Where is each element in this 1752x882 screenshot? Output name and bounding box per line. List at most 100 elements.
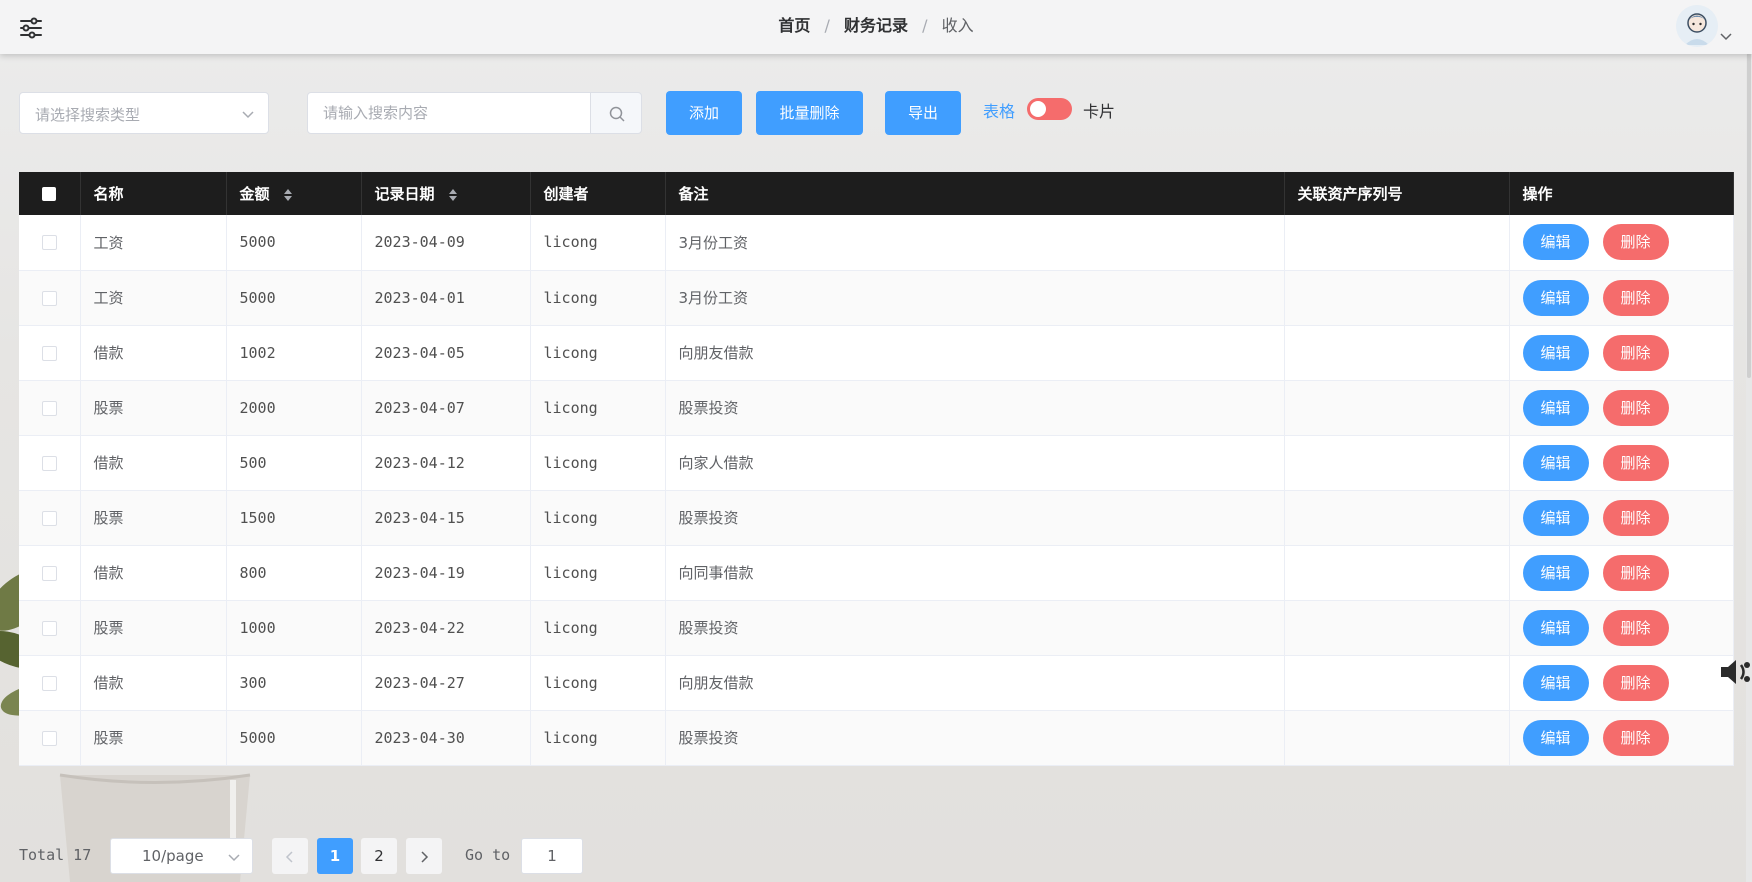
delete-button[interactable]: 删除 xyxy=(1602,609,1669,646)
cell-asset-serial xyxy=(1284,435,1510,491)
table-row: 借款 500 2023-04-12 licong 向家人借款 编辑 删除 xyxy=(19,435,1734,491)
row-select-cell xyxy=(19,490,81,546)
edit-button[interactable]: 编辑 xyxy=(1522,334,1589,371)
delete-button[interactable]: 删除 xyxy=(1602,334,1669,371)
batch-delete-button[interactable]: 批量删除 xyxy=(756,91,863,135)
edit-button[interactable]: 编辑 xyxy=(1522,389,1589,426)
cell-creator: licong xyxy=(530,600,666,656)
row-select-cell xyxy=(19,270,81,326)
table-row: 股票 2000 2023-04-07 licong 股票投资 编辑 删除 xyxy=(19,380,1734,436)
row-checkbox[interactable] xyxy=(41,620,57,636)
sort-icon[interactable] xyxy=(283,187,293,203)
page-button-2[interactable]: 2 xyxy=(361,838,397,874)
row-select-cell xyxy=(19,545,81,601)
delete-button[interactable]: 删除 xyxy=(1602,389,1669,426)
row-checkbox[interactable] xyxy=(41,345,57,361)
search-type-select[interactable]: 请选择搜索类型 xyxy=(19,92,269,134)
income-table: 名称 金额 记录日期 创建者 备注 关联资产序列号 操作 工资 5000 2023-… xyxy=(19,172,1734,766)
edit-button[interactable]: 编辑 xyxy=(1522,279,1589,316)
delete-button[interactable]: 删除 xyxy=(1602,279,1669,316)
row-checkbox[interactable] xyxy=(41,235,57,251)
prev-page-button[interactable] xyxy=(272,838,308,874)
cell-note: 3月份工资 xyxy=(665,215,1285,271)
search-button[interactable] xyxy=(590,92,642,134)
row-select-cell xyxy=(19,600,81,656)
view-table-label[interactable]: 表格 xyxy=(983,98,1015,122)
cell-actions: 编辑 删除 xyxy=(1509,270,1734,326)
edit-button[interactable]: 编辑 xyxy=(1522,609,1589,646)
cell-actions: 编辑 删除 xyxy=(1509,325,1734,381)
edit-button[interactable]: 编辑 xyxy=(1522,719,1589,756)
view-mode-toggle[interactable] xyxy=(1027,98,1072,120)
goto-page-input[interactable] xyxy=(521,838,583,874)
toggle-knob xyxy=(1030,101,1046,117)
select-all-checkbox[interactable] xyxy=(42,187,57,201)
cell-name: 借款 xyxy=(80,435,227,491)
next-page-button[interactable] xyxy=(406,838,442,874)
cell-actions: 编辑 删除 xyxy=(1509,600,1734,656)
edit-button[interactable]: 编辑 xyxy=(1522,664,1589,701)
delete-button[interactable]: 删除 xyxy=(1602,499,1669,536)
table-row: 股票 5000 2023-04-30 licong 股票投资 编辑 删除 xyxy=(19,710,1734,766)
cell-date: 2023-04-30 xyxy=(361,710,531,766)
row-checkbox[interactable] xyxy=(41,730,57,746)
breadcrumb-home[interactable]: 首页 xyxy=(778,16,810,35)
row-select-cell xyxy=(19,215,81,271)
cell-note: 股票投资 xyxy=(665,490,1285,546)
chevron-right-icon xyxy=(421,850,429,863)
add-button[interactable]: 添加 xyxy=(666,91,742,135)
cell-date: 2023-04-22 xyxy=(361,600,531,656)
breadcrumb-finance-records[interactable]: 财务记录 xyxy=(844,16,908,35)
avatar[interactable] xyxy=(1676,5,1718,47)
delete-button[interactable]: 删除 xyxy=(1602,444,1669,481)
column-header-date[interactable]: 记录日期 xyxy=(361,172,531,215)
cell-note: 向家人借款 xyxy=(665,435,1285,491)
chevron-down-icon[interactable] xyxy=(1720,32,1732,42)
edit-button[interactable]: 编辑 xyxy=(1522,499,1589,536)
cell-amount: 5000 xyxy=(226,710,362,766)
page-size-select[interactable]: 10/page xyxy=(110,838,253,874)
table-row: 股票 1000 2023-04-22 licong 股票投资 编辑 删除 xyxy=(19,600,1734,656)
speaker-icon[interactable] xyxy=(1718,655,1752,689)
cell-amount: 500 xyxy=(226,435,362,491)
edit-button[interactable]: 编辑 xyxy=(1522,444,1589,481)
row-checkbox[interactable] xyxy=(41,455,57,471)
delete-button[interactable]: 删除 xyxy=(1602,554,1669,591)
row-select-cell xyxy=(19,325,81,381)
breadcrumb-separator: / xyxy=(824,16,830,35)
pagination-total: Total 17 xyxy=(19,846,92,864)
sort-icon[interactable] xyxy=(448,187,458,203)
row-checkbox[interactable] xyxy=(41,675,57,691)
cell-actions: 编辑 删除 xyxy=(1509,215,1734,271)
breadcrumb: 首页 / 财务记录 / 收入 xyxy=(0,15,1752,37)
row-checkbox[interactable] xyxy=(41,290,57,306)
row-select-cell xyxy=(19,380,81,436)
delete-button[interactable]: 删除 xyxy=(1602,664,1669,701)
delete-button[interactable]: 删除 xyxy=(1602,719,1669,756)
cell-asset-serial xyxy=(1284,600,1510,656)
cell-date: 2023-04-27 xyxy=(361,655,531,711)
edit-button[interactable]: 编辑 xyxy=(1522,224,1589,261)
delete-button[interactable]: 删除 xyxy=(1602,224,1669,261)
page-scrollbar[interactable] xyxy=(1746,0,1752,882)
search-input[interactable] xyxy=(307,92,591,134)
cell-amount: 1002 xyxy=(226,325,362,381)
column-header-amount-label: 金额 xyxy=(239,185,270,203)
export-button[interactable]: 导出 xyxy=(885,91,961,135)
cell-asset-serial xyxy=(1284,545,1510,601)
cell-name: 股票 xyxy=(80,600,227,656)
page-button-1[interactable]: 1 xyxy=(317,838,353,874)
row-select-cell xyxy=(19,655,81,711)
view-card-label[interactable]: 卡片 xyxy=(1083,98,1115,122)
row-checkbox[interactable] xyxy=(41,565,57,581)
row-checkbox[interactable] xyxy=(41,400,57,416)
cell-actions: 编辑 删除 xyxy=(1509,490,1734,546)
cell-date: 2023-04-01 xyxy=(361,270,531,326)
scrollbar-thumb[interactable] xyxy=(1747,8,1751,378)
edit-button[interactable]: 编辑 xyxy=(1522,554,1589,591)
column-header-amount[interactable]: 金额 xyxy=(226,172,362,215)
cell-amount: 5000 xyxy=(226,215,362,271)
cell-name: 工资 xyxy=(80,215,227,271)
row-checkbox[interactable] xyxy=(41,510,57,526)
table-row: 借款 800 2023-04-19 licong 向同事借款 编辑 删除 xyxy=(19,545,1734,601)
